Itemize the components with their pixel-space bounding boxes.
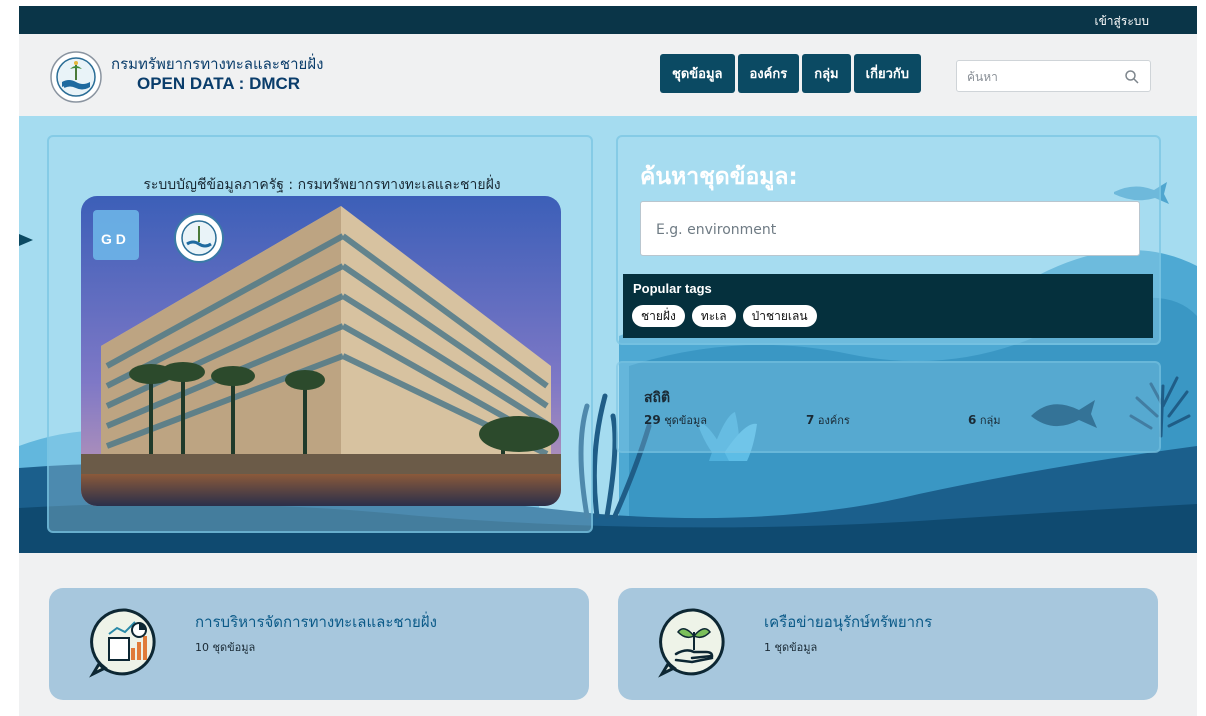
stats-title: สถิติ <box>644 390 671 406</box>
search-heading: ค้นหาชุดข้อมูล: <box>640 164 798 190</box>
nav-datasets-button[interactable]: ชุดข้อมูล <box>660 54 735 93</box>
main-nav: ชุดข้อมูล องค์กร กลุ่ม เกี่ยวกับ <box>660 54 921 93</box>
header-search-input[interactable] <box>967 67 1117 87</box>
stat-groups-label: กลุ่ม <box>979 414 1001 427</box>
stats-panel: สถิติ 29 ชุดข้อมูล 7 องค์กร 6 กลุ่ม <box>616 361 1161 453</box>
page: เข้าสู่ระบบ กรมทรัพยากรทางทะลและชายฝั่ง … <box>19 6 1197 716</box>
category-count: 10 ชุดข้อมูล <box>195 641 256 654</box>
stat-organizations[interactable]: 7 องค์กร <box>806 411 850 429</box>
intro-title: ระบบบัญชีข้อมูลภาครัฐ : กรมทรัพยากรทางทะ… <box>143 177 501 193</box>
stat-datasets-label: ชุดข้อมูล <box>664 414 707 427</box>
category-title: เครือข่ายอนุรักษ์ทรัพยากร <box>764 613 933 631</box>
login-link[interactable]: เข้าสู่ระบบ <box>1095 12 1150 31</box>
category-card-marine-management[interactable]: การบริหารจัดการทางทะเลและชายฝั่ง 10 ชุดข… <box>49 588 589 700</box>
plant-hand-icon <box>658 608 725 678</box>
dataset-search-box <box>640 201 1140 256</box>
nav-about-button[interactable]: เกี่ยวกับ <box>853 54 921 93</box>
popular-tags-title: Popular tags <box>633 281 712 296</box>
category-card-conservation-network[interactable]: เครือข่ายอนุรักษ์ทรัพยากร 1 ชุดข้อมูล <box>618 588 1158 700</box>
top-bar: เข้าสู่ระบบ <box>19 6 1197 34</box>
stat-datasets[interactable]: 29 ชุดข้อมูล <box>644 411 707 429</box>
category-title: การบริหารจัดการทางทะเลและชายฝั่ง <box>195 613 437 631</box>
stat-groups[interactable]: 6 กลุ่ม <box>968 411 1001 429</box>
stat-datasets-value: 29 <box>644 413 661 427</box>
stat-organizations-value: 7 <box>806 413 815 427</box>
chart-report-icon <box>89 608 156 678</box>
tag-coast[interactable]: ชายฝั่ง <box>632 305 685 327</box>
tag-mangrove[interactable]: ป่าชายเลน <box>742 305 817 327</box>
site-subtitle: OPEN DATA : DMCR <box>137 74 301 93</box>
tag-sea[interactable]: ทะเล <box>691 305 736 327</box>
gd-catalog-badge: G D <box>93 210 139 260</box>
government-building-image: G D <box>81 196 561 506</box>
search-icon[interactable] <box>1124 69 1140 85</box>
stat-groups-value: 6 <box>968 413 977 427</box>
popular-tags-box: Popular tags ชายฝั่ง ทะเล ป่าชายเลน <box>623 274 1153 338</box>
nav-organizations-button[interactable]: องค์กร <box>737 54 800 93</box>
intro-panel: ระบบบัญชีข้อมูลภาครัฐ : กรมทรัพยากรทางทะ… <box>47 135 593 533</box>
header-search <box>956 60 1151 92</box>
dataset-search-input[interactable] <box>656 219 1116 241</box>
category-count: 1 ชุดข้อมูล <box>764 641 818 654</box>
stat-organizations-label: องค์กร <box>817 414 850 427</box>
dmcr-logo-icon[interactable] <box>50 51 102 103</box>
building-photo: G D <box>81 196 561 506</box>
site-title: กรมทรัพยากรทางทะลและชายฝั่ง <box>111 55 324 73</box>
site-header: กรมทรัพยากรทางทะลและชายฝั่ง OPEN DATA : … <box>19 34 1197 116</box>
svg-text:G D: G D <box>101 231 126 247</box>
hero-section: ระบบบัญชีข้อมูลภาครัฐ : กรมทรัพยากรทางทะ… <box>19 116 1197 553</box>
nav-groups-button[interactable]: กลุ่ม <box>802 54 851 93</box>
tags-list: ชายฝั่ง ทะเล ป่าชายเลน <box>632 305 817 327</box>
